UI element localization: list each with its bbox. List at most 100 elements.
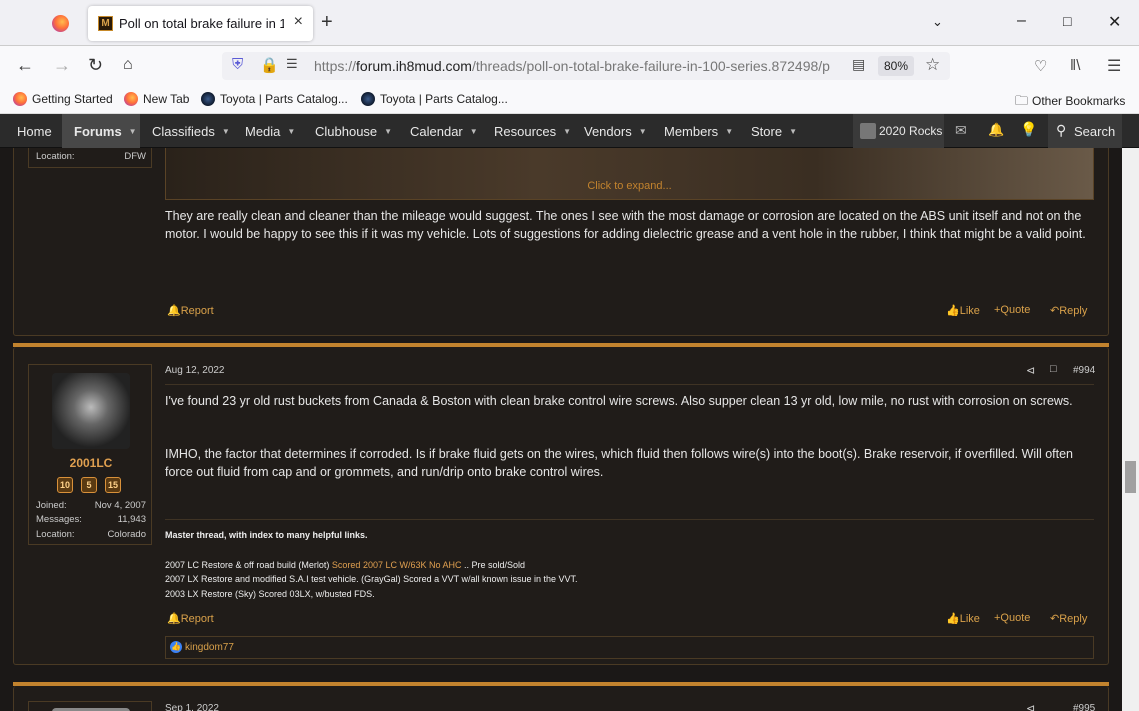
bookmark-star-icon[interactable]: ☆ bbox=[925, 55, 940, 75]
back-icon[interactable]: ← bbox=[16, 55, 34, 76]
home-icon[interactable]: ⌂ bbox=[123, 56, 133, 74]
page-content: Location: DFW Click to expand... They are… bbox=[0, 148, 1122, 711]
caret-down-icon[interactable]: ▼ bbox=[789, 127, 797, 136]
reply-arrow-icon: ↶ bbox=[1050, 305, 1060, 317]
minimize-icon[interactable]: – bbox=[1017, 12, 1026, 30]
nav-vendors[interactable]: Vendors ▼ bbox=[584, 124, 647, 139]
reader-view-icon[interactable]: ▤ bbox=[852, 56, 865, 73]
post-date[interactable]: Aug 12, 2022 bbox=[165, 365, 225, 376]
reaction-user[interactable]: kingdom77 bbox=[185, 642, 234, 653]
nav-label: Resources bbox=[494, 124, 557, 139]
tracking-shield-icon[interactable]: ⛨ bbox=[232, 56, 243, 73]
library-icon[interactable]: ‖\ bbox=[1070, 57, 1080, 74]
nav-calendar[interactable]: Calendar ▼ bbox=[410, 124, 478, 139]
signature-link[interactable]: Master thread, with index to many helpfu… bbox=[165, 530, 368, 540]
caret-down-icon[interactable]: ▼ bbox=[725, 127, 733, 136]
report-link[interactable]: 🔔Report bbox=[167, 612, 214, 625]
tab-list-chevron-icon[interactable]: ⌄ bbox=[932, 14, 943, 30]
firefox-icon bbox=[13, 92, 27, 106]
signature-link[interactable]: Scored 2007 LC W/63K No AHC bbox=[332, 560, 462, 570]
active-tab[interactable]: M Poll on total brake failure in 100 × bbox=[88, 6, 313, 41]
nav-resources[interactable]: Resources ▼ bbox=[494, 124, 571, 139]
url-text[interactable]: https://forum.ih8mud.com/threads/poll-on… bbox=[314, 58, 844, 74]
permissions-icon[interactable]: ☰ bbox=[286, 56, 298, 72]
messages-value: 11,943 bbox=[117, 514, 146, 525]
bookmarks-bar: Getting Started New Tab Toyota | Parts C… bbox=[0, 86, 1139, 114]
bookmark-toyota-parts-1[interactable]: Toyota | Parts Catalog... bbox=[201, 92, 348, 106]
reply-button[interactable]: ↶Reply bbox=[1050, 304, 1087, 317]
caret-down-icon[interactable]: ▼ bbox=[287, 127, 295, 136]
caret-down-icon[interactable]: ▼ bbox=[384, 127, 392, 136]
like-button[interactable]: 👍Like bbox=[946, 304, 980, 317]
avatar[interactable] bbox=[52, 373, 130, 449]
new-tab-button[interactable]: + bbox=[321, 11, 333, 34]
lightbulb-icon[interactable]: 💡 bbox=[1020, 121, 1037, 138]
username[interactable]: 2001LC bbox=[29, 456, 153, 470]
nav-label: Media bbox=[245, 124, 281, 139]
scrollbar-track[interactable] bbox=[1122, 148, 1139, 711]
nav-home[interactable]: Home bbox=[17, 124, 52, 139]
site-navigation: Home Forums ▼ Classifieds ▼ Media ▼ Clubhou… bbox=[0, 114, 1139, 148]
other-bookmarks[interactable]: 🗀 Other Bookmarks bbox=[1015, 92, 1125, 114]
user-messages: Messages: 11,943 bbox=[36, 514, 146, 525]
report-link[interactable]: 🔔Report bbox=[167, 304, 214, 317]
like-button[interactable]: 👍Like bbox=[946, 612, 980, 625]
bookmark-getting-started[interactable]: Getting Started bbox=[13, 92, 113, 106]
like-label: Like bbox=[959, 305, 980, 317]
navigation-bar: ← → ↻ ⌂ ⛨ 🔒 ☰ https://forum.ih8mud.com/t… bbox=[0, 46, 1139, 86]
bookmark-icon[interactable]: □ bbox=[1050, 363, 1057, 375]
nav-forums[interactable]: Forums ▼ bbox=[74, 124, 137, 139]
post-number[interactable]: #995 bbox=[1073, 703, 1095, 711]
pocket-icon[interactable]: ♡ bbox=[1034, 57, 1047, 75]
scrollbar-thumb[interactable] bbox=[1125, 461, 1136, 493]
maximize-icon[interactable]: □ bbox=[1063, 13, 1071, 29]
url-bar[interactable]: ⛨ 🔒 ☰ https://forum.ih8mud.com/threads/p… bbox=[222, 52, 950, 80]
bookmark-new-tab[interactable]: New Tab bbox=[124, 92, 189, 106]
menu-icon[interactable]: ☰ bbox=[1107, 56, 1121, 76]
user-location: Location: Colorado bbox=[36, 529, 146, 540]
click-to-expand[interactable]: Click to expand... bbox=[165, 180, 1094, 192]
nav-clubhouse[interactable]: Clubhouse ▼ bbox=[315, 124, 392, 139]
bell-icon: 🔔 bbox=[167, 613, 181, 625]
close-tab-icon[interactable]: × bbox=[294, 13, 303, 31]
caret-down-icon[interactable]: ▼ bbox=[563, 127, 571, 136]
post-number[interactable]: #994 bbox=[1073, 365, 1095, 376]
forward-icon[interactable]: → bbox=[53, 55, 71, 76]
caret-down-icon[interactable]: ▼ bbox=[639, 127, 647, 136]
trophy-badge[interactable]: 15 bbox=[105, 477, 121, 493]
reply-button[interactable]: ↶Reply bbox=[1050, 612, 1087, 625]
signature-line-1: 2007 LC Restore & off road build (Merlot… bbox=[165, 560, 525, 570]
caret-down-icon[interactable]: ▼ bbox=[129, 127, 137, 136]
lock-icon[interactable]: 🔒 bbox=[260, 56, 279, 74]
bookmark-label: New Tab bbox=[143, 92, 190, 106]
share-icon[interactable]: ⊲ bbox=[1026, 364, 1035, 377]
search-button[interactable]: ⚲ Search bbox=[1048, 114, 1122, 148]
reload-icon[interactable]: ↻ bbox=[88, 55, 103, 76]
close-window-icon[interactable]: ✕ bbox=[1108, 12, 1121, 32]
post-date[interactable]: Sep 1, 2022 bbox=[165, 703, 219, 711]
trophy-badge[interactable]: 5 bbox=[81, 477, 97, 493]
user-menu[interactable]: 2020 Rocks bbox=[853, 114, 944, 148]
share-icon[interactable]: ⊲ bbox=[1026, 702, 1035, 711]
browser-window: M Poll on total brake failure in 100 × +… bbox=[0, 0, 1139, 711]
alerts-bell-icon[interactable]: 🔔 bbox=[988, 122, 1004, 138]
nav-classifieds[interactable]: Classifieds ▼ bbox=[152, 124, 230, 139]
signature-text: 2007 LC Restore & off road build (Merlot… bbox=[165, 560, 332, 570]
zoom-level[interactable]: 80% bbox=[878, 56, 914, 76]
quote-button[interactable]: +Quote bbox=[994, 304, 1030, 316]
bookmark-label: Toyota | Parts Catalog... bbox=[220, 92, 348, 106]
firefox-icon[interactable] bbox=[52, 15, 69, 32]
caret-down-icon[interactable]: ▼ bbox=[222, 127, 230, 136]
firefox-icon bbox=[124, 92, 138, 106]
ih8mud-favicon: M bbox=[98, 16, 113, 31]
trophy-badge[interactable]: 10 bbox=[57, 477, 73, 493]
nav-media[interactable]: Media ▼ bbox=[245, 124, 295, 139]
inbox-icon[interactable]: ✉ bbox=[955, 122, 967, 139]
quote-button[interactable]: +Quote bbox=[994, 612, 1030, 624]
nav-store[interactable]: Store ▼ bbox=[751, 124, 797, 139]
bookmark-toyota-parts-2[interactable]: Toyota | Parts Catalog... bbox=[361, 92, 508, 106]
caret-down-icon[interactable]: ▼ bbox=[470, 127, 478, 136]
nav-label: Vendors bbox=[584, 124, 632, 139]
nav-members[interactable]: Members ▼ bbox=[664, 124, 733, 139]
reply-label: Reply bbox=[1059, 305, 1088, 317]
